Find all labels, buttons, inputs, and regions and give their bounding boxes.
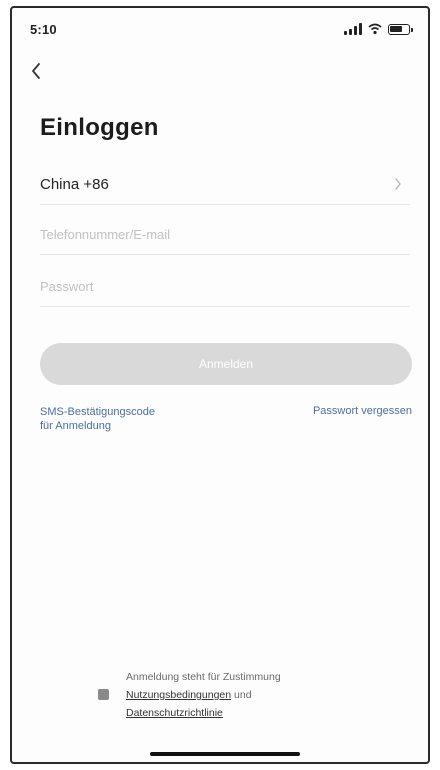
status-bar: 5:10 <box>30 20 413 42</box>
login-button[interactable]: Anmelden <box>40 343 412 385</box>
cellular-signal-icon <box>344 23 362 35</box>
password-field-row <box>40 267 410 307</box>
back-button[interactable] <box>24 58 48 84</box>
consent-and: und <box>231 689 252 701</box>
password-input[interactable] <box>40 267 410 306</box>
home-indicator <box>150 752 300 756</box>
country-label: China +86 <box>40 176 109 193</box>
status-icons <box>344 23 413 35</box>
status-time: 5:10 <box>30 22 57 37</box>
consent-line1: Anmeldung steht für Zustimmung <box>126 671 281 683</box>
phone-email-input[interactable] <box>40 215 410 254</box>
phone-email-field-row <box>40 215 410 255</box>
wifi-icon <box>368 23 382 35</box>
privacy-link[interactable]: Datenschutzrichtlinie <box>126 707 223 719</box>
sms-login-link[interactable]: SMS-Bestätigungscode für Anmeldung <box>40 405 240 433</box>
country-selector[interactable]: China +86 <box>40 165 410 205</box>
sms-link-line1: SMS-Bestätigungscode <box>40 406 155 418</box>
page-title: Einloggen <box>40 114 159 141</box>
chevron-right-icon <box>395 178 401 190</box>
chevron-left-icon <box>32 63 40 79</box>
consent-text: Anmeldung steht für Zustimmung Nutzungsb… <box>126 668 396 722</box>
consent-checkbox[interactable] <box>98 689 109 700</box>
battery-icon <box>388 23 413 35</box>
consent-line3: Datenschutzrichtlinie <box>126 704 396 722</box>
terms-link[interactable]: Nutzungsbedingungen <box>126 689 231 701</box>
forgot-password-link[interactable]: Passwort vergessen <box>313 405 412 417</box>
consent-line2: Nutzungsbedingungen und <box>126 686 396 704</box>
sms-link-line2: für Anmeldung <box>40 420 111 432</box>
